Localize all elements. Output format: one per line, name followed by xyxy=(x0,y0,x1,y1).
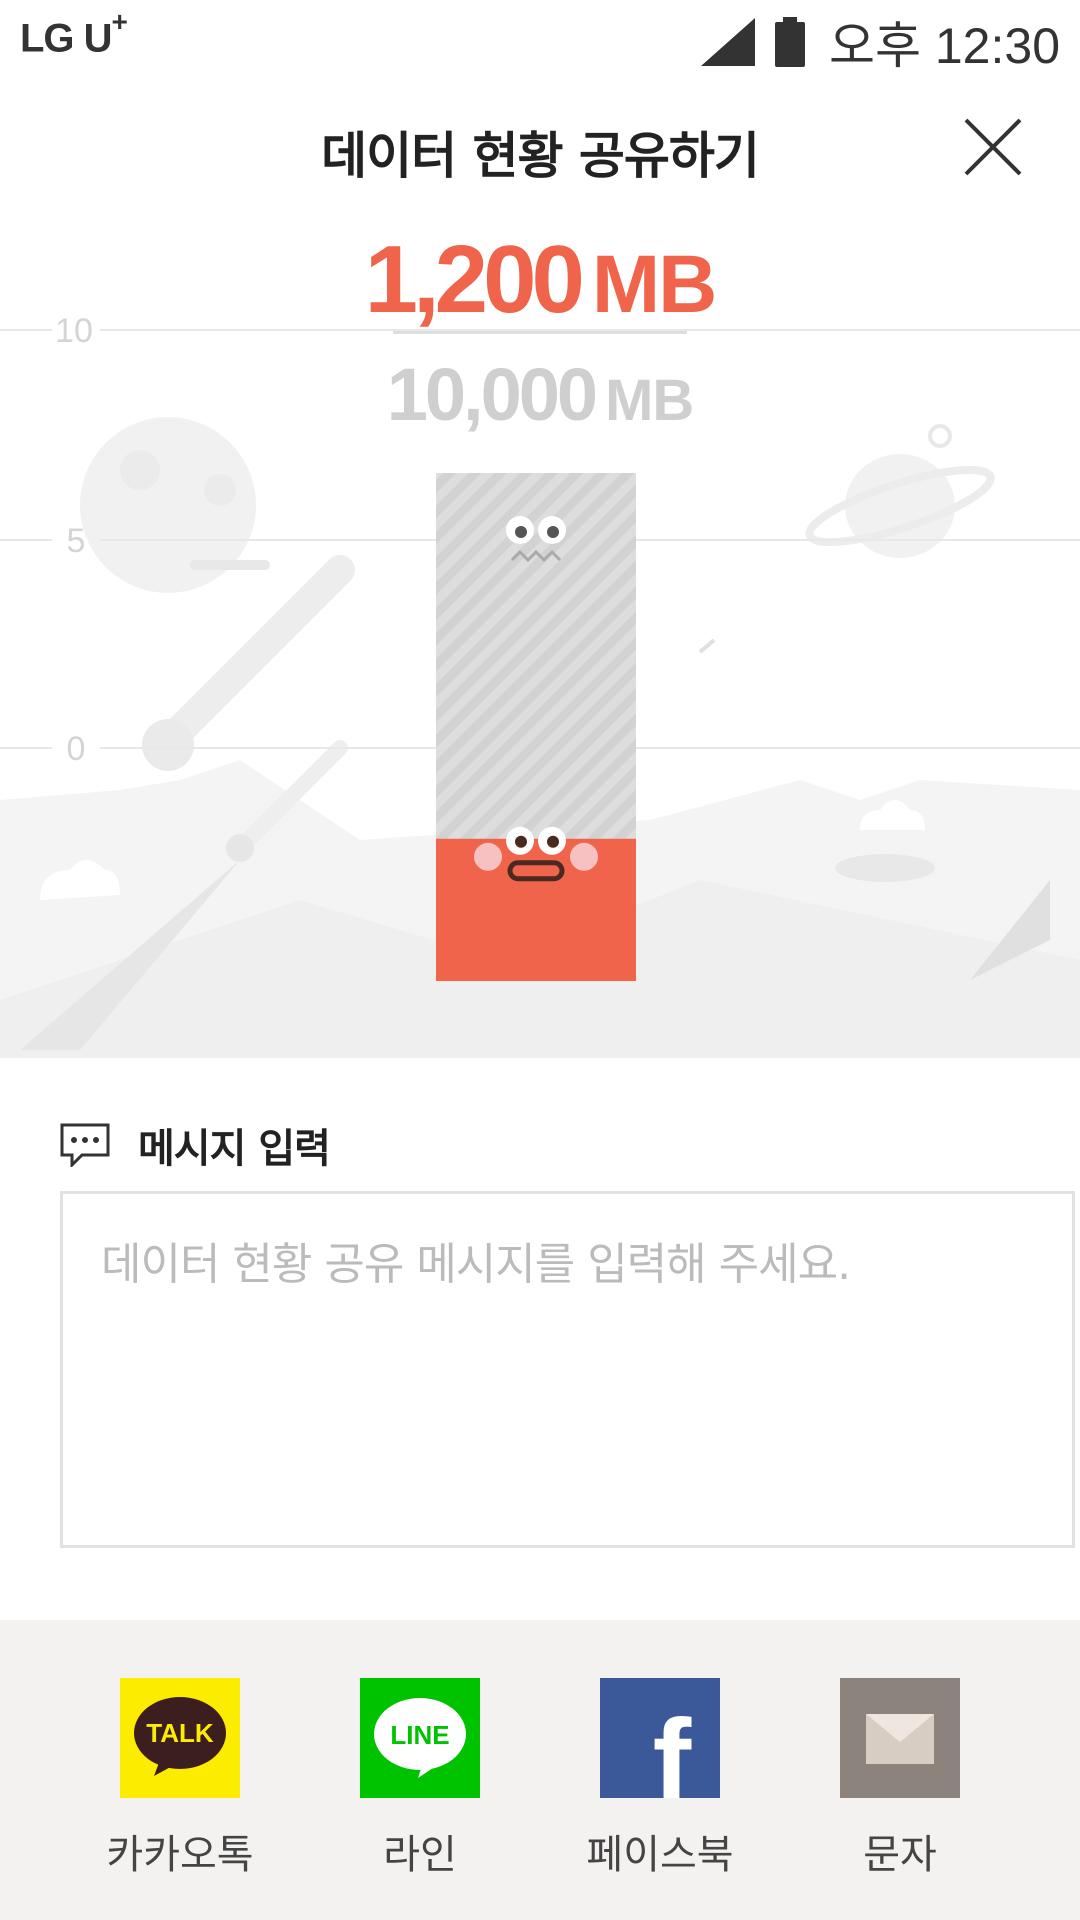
y-tick-5: 5 xyxy=(67,522,86,560)
header: 데이터 현황 공유하기 xyxy=(0,90,1080,210)
close-icon xyxy=(964,118,1022,176)
share-sms-button[interactable]: 문자 xyxy=(790,1678,1010,1880)
carrier-name: LG U+ xyxy=(20,6,128,61)
close-button[interactable] xyxy=(958,112,1030,184)
status-icons: 오후 12:30 xyxy=(700,6,1060,78)
facebook-icon: f xyxy=(600,1678,720,1825)
svg-text:LINE: LINE xyxy=(390,1720,449,1750)
svg-text:TALK: TALK xyxy=(146,1718,214,1748)
line-icon: LINE xyxy=(360,1678,480,1798)
kakaotalk-icon: TALK xyxy=(120,1678,240,1798)
svg-text:f: f xyxy=(653,1695,692,1798)
share-facebook-label: 페이스북 xyxy=(586,1832,734,1878)
y-tick-0: 0 xyxy=(67,730,86,768)
message-label: 메시지 입력 xyxy=(138,1126,331,1172)
share-bar: TALK 카카오톡 LINE 라인 f 페이스북 문자 xyxy=(0,1620,1080,1920)
signal-icon xyxy=(700,18,755,66)
usage-chart: 10 5 0 xyxy=(0,312,1080,1058)
message-label-row: 메시지 입력 xyxy=(60,1116,331,1174)
share-sms-label: 문자 xyxy=(863,1832,937,1878)
y-tick-10: 10 xyxy=(55,312,93,350)
share-line-label: 라인 xyxy=(383,1832,457,1878)
clock: 오후 12:30 xyxy=(828,18,1060,74)
speech-bubble-icon xyxy=(60,1123,110,1167)
message-placeholder: 데이터 현황 공유 메시지를 입력해 주세요. xyxy=(101,1239,851,1290)
share-line-button[interactable]: LINE 라인 xyxy=(310,1678,530,1880)
bar-used xyxy=(436,838,636,981)
status-bar: LG U+ 오후 12:30 xyxy=(0,0,1080,80)
envelope-icon xyxy=(840,1678,960,1798)
share-kakaotalk-button[interactable]: TALK 카카오톡 xyxy=(70,1678,290,1880)
message-input[interactable]: 데이터 현황 공유 메시지를 입력해 주세요. xyxy=(60,1191,1075,1548)
share-kakaotalk-label: 카카오톡 xyxy=(106,1832,254,1878)
share-facebook-button[interactable]: f 페이스북 xyxy=(550,1678,770,1880)
battery-icon xyxy=(774,17,805,67)
page-title: 데이터 현황 공유하기 xyxy=(321,127,760,185)
